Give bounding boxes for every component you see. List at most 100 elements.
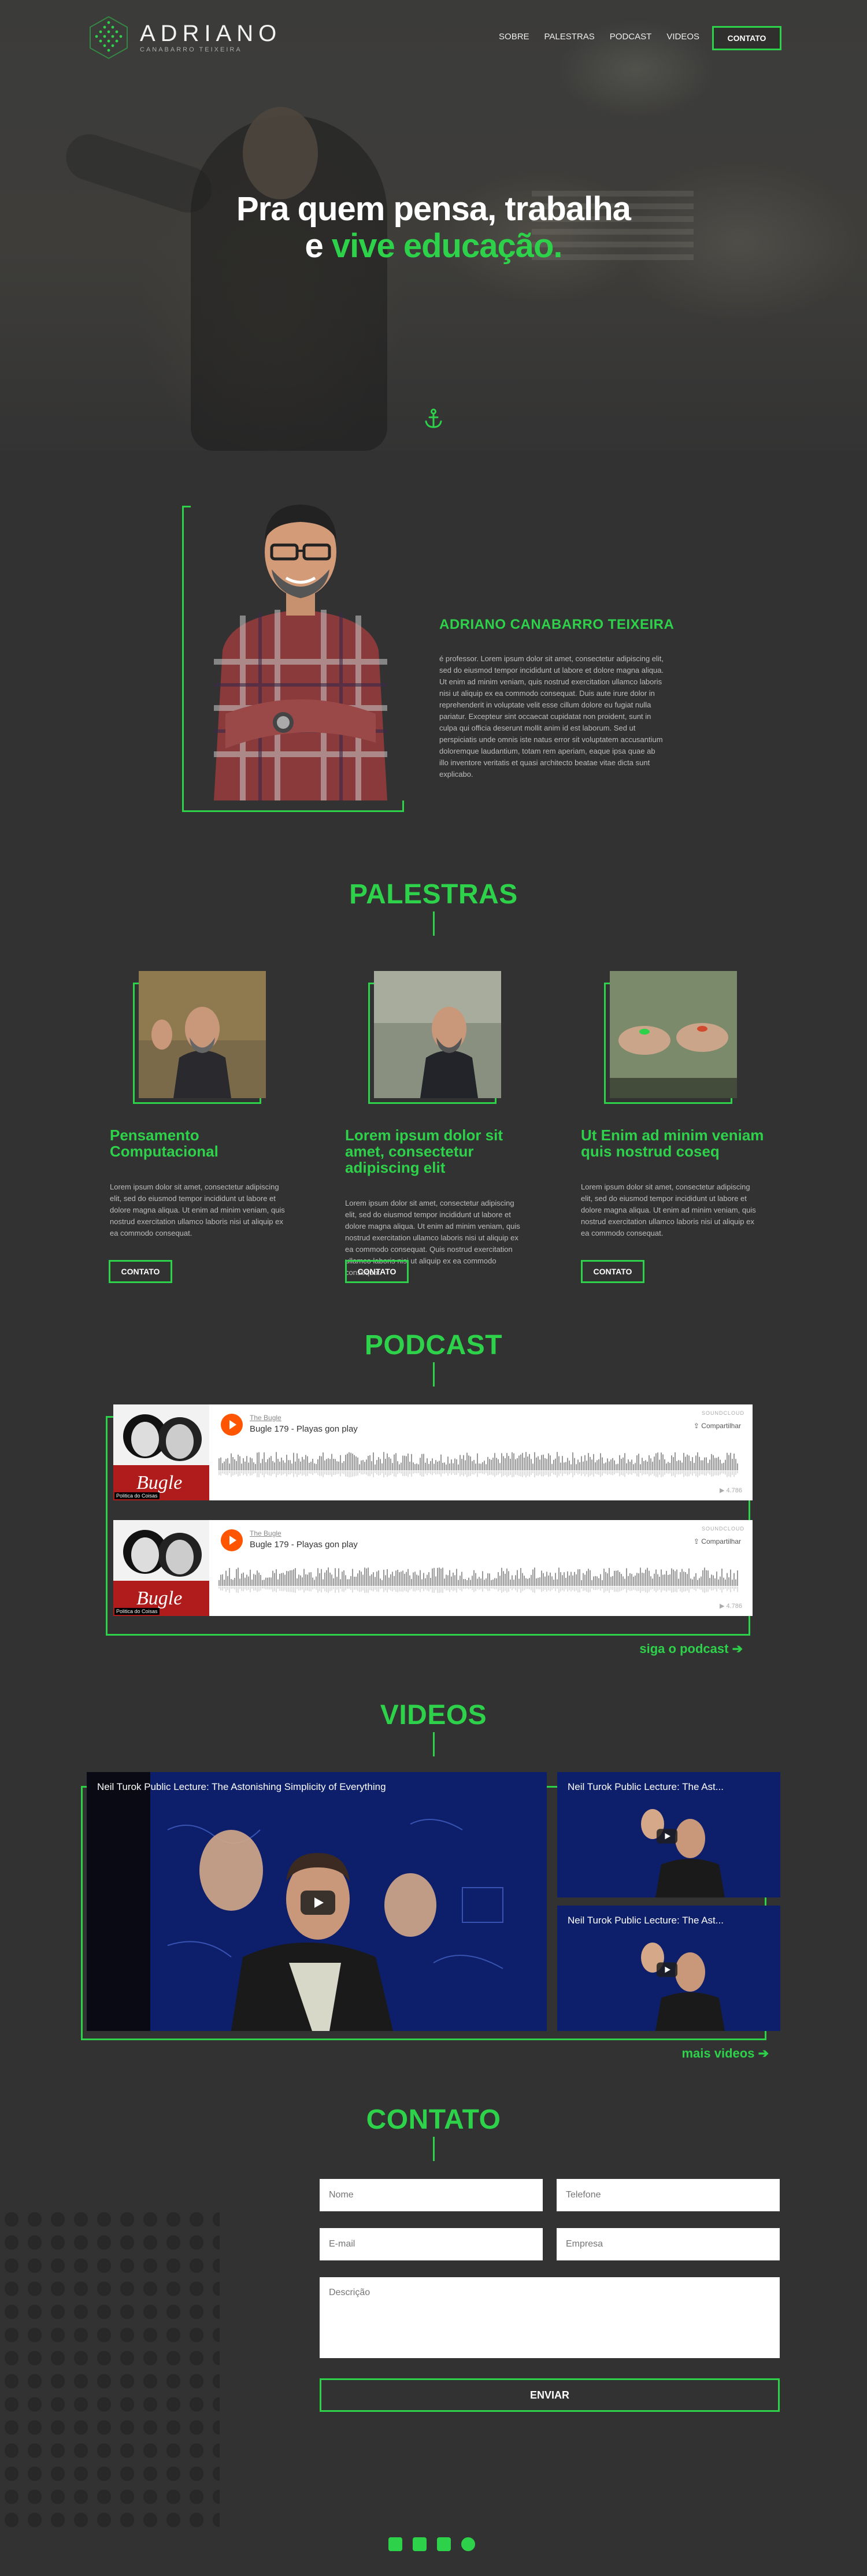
- card-contato-button[interactable]: CONTATO: [345, 1260, 409, 1283]
- hexagon-logo-icon: [90, 16, 128, 60]
- arrow-right-icon: ➔: [732, 1641, 743, 1656]
- artwork-caption: Politica do Coisas: [114, 1492, 160, 1499]
- main-nav: SOBRE PALESTRAS PODCAST VIDEOS: [484, 32, 699, 42]
- hero-line-2: e vive educação.: [0, 228, 867, 265]
- card-image: [139, 971, 266, 1098]
- logo-subtitle: CANABARRO TEIXEIRA: [140, 46, 242, 53]
- video-side[interactable]: Neil Turok Public Lecture: The Ast...: [557, 1772, 780, 1897]
- play-button[interactable]: [221, 1529, 243, 1551]
- card-title: Lorem ipsum dolor sit amet, consectetur …: [345, 1126, 503, 1176]
- email-field[interactable]: [320, 2228, 543, 2260]
- enviar-button[interactable]: ENVIAR: [320, 2378, 780, 2412]
- card-text: Lorem ipsum dolor sit amet, consectetur …: [110, 1183, 285, 1237]
- palestras-section: PALESTRAS Pensamento Computacional Lorem…: [0, 879, 867, 1329]
- podcast-artwork: Bugle Politica do Coisas: [113, 1520, 209, 1616]
- podcast-show-link[interactable]: The Bugle: [250, 1414, 281, 1422]
- video-play-button[interactable]: [301, 1891, 335, 1915]
- social-links: [388, 2537, 475, 2551]
- play-count-value: 4.786: [726, 1487, 742, 1494]
- video-side-title[interactable]: Neil Turok Public Lecture: The Ast...: [568, 1781, 724, 1793]
- nav-contato-button[interactable]: CONTATO: [712, 26, 781, 50]
- twitter-icon[interactable]: [388, 2537, 402, 2551]
- video-side[interactable]: Neil Turok Public Lecture: The Ast...: [557, 1906, 780, 2031]
- hero-line-1: Pra quem pensa, trabalha: [236, 190, 631, 228]
- videos-title: VIDEOS: [380, 1700, 487, 1730]
- nav-videos[interactable]: VIDEOS: [666, 32, 699, 42]
- nav-podcast[interactable]: PODCAST: [610, 32, 652, 42]
- logo-name: ADRIANO: [140, 21, 282, 46]
- hero-line-2-highlight: vive educação.: [331, 227, 563, 265]
- top-navigation: ADRIANO CANABARRO TEIXEIRA SOBRE PALESTR…: [0, 14, 867, 61]
- video-main-title[interactable]: Neil Turok Public Lecture: The Astonishi…: [97, 1781, 386, 1793]
- soundcloud-player: Bugle Politica do Coisas The Bugle Bugle…: [113, 1404, 753, 1500]
- hero-line-2-prefix: e: [305, 227, 332, 265]
- contato-section: CONTATO ENVIAR: [0, 2104, 867, 2531]
- podcast-show-link[interactable]: The Bugle: [250, 1529, 281, 1537]
- artwork-caption: Politica do Coisas: [114, 1608, 160, 1615]
- empresa-field[interactable]: [557, 2228, 780, 2260]
- share-label: Compartilhar: [701, 1422, 741, 1430]
- youtube-icon[interactable]: [437, 2537, 451, 2551]
- logo[interactable]: ADRIANO CANABARRO TEIXEIRA: [86, 14, 281, 61]
- play-count: ▶ 4.786: [719, 1603, 742, 1610]
- video-play-button[interactable]: [657, 1829, 677, 1844]
- share-icon: ⇪: [693, 1422, 702, 1430]
- waveform[interactable]: [218, 1566, 743, 1595]
- podcast-section: PODCAST Bugle Politica do Coisas The Bug…: [0, 1329, 867, 1699]
- waveform[interactable]: [218, 1451, 743, 1480]
- soundcloud-icon[interactable]: [461, 2537, 475, 2551]
- card-title: Ut Enim ad minim veniam quis nostrud cos…: [581, 1126, 764, 1160]
- podcast-artwork: Bugle Politica do Coisas: [113, 1404, 209, 1500]
- facebook-icon[interactable]: [413, 2537, 427, 2551]
- soundcloud-logo[interactable]: SOUNDCLOUD: [702, 1526, 744, 1532]
- play-count: ▶ 4.786: [719, 1487, 742, 1494]
- hero-background-head: [243, 107, 318, 199]
- videos-divider: [432, 1732, 435, 1756]
- telefone-field[interactable]: [557, 2179, 780, 2211]
- hero-headline: Pra quem pensa, trabalha e vive educação…: [0, 191, 867, 265]
- anchor-icon[interactable]: [422, 407, 445, 431]
- videos-section: VIDEOS Neil Turok Public Lecture: The As…: [0, 1699, 867, 2104]
- card-image: [610, 971, 737, 1098]
- svg-text:Bugle: Bugle: [136, 1588, 182, 1609]
- soundcloud-player: Bugle Politica do Coisas The Bugle Bugle…: [113, 1520, 753, 1616]
- share-icon: ⇪: [693, 1537, 702, 1545]
- podcast-track-title[interactable]: Bugle 179 - Playas gon play: [250, 1540, 358, 1550]
- video-side-title[interactable]: Neil Turok Public Lecture: The Ast...: [568, 1915, 724, 1926]
- card-contato-button[interactable]: CONTATO: [581, 1260, 644, 1283]
- siga-podcast-label: siga o podcast: [639, 1641, 729, 1656]
- arrow-right-icon: ➔: [758, 2046, 769, 2060]
- card-image: [374, 971, 501, 1098]
- nav-sobre[interactable]: SOBRE: [499, 32, 529, 42]
- podcast-title: PODCAST: [364, 1330, 503, 1361]
- podcast-divider: [432, 1362, 435, 1387]
- nome-field[interactable]: [320, 2179, 543, 2211]
- video-main[interactable]: Neil Turok Public Lecture: The Astonishi…: [87, 1772, 547, 2031]
- play-button[interactable]: [221, 1414, 243, 1436]
- contato-divider: [432, 2137, 435, 2161]
- mais-videos-label: mais videos: [681, 2046, 755, 2060]
- palestras-title: PALESTRAS: [349, 879, 518, 910]
- share-label: Compartilhar: [701, 1537, 741, 1545]
- hero-section: ADRIANO CANABARRO TEIXEIRA SOBRE PALESTR…: [0, 0, 867, 451]
- video-play-button[interactable]: [657, 1962, 677, 1977]
- mais-videos-link[interactable]: mais videos ➔: [681, 2046, 769, 2061]
- palestras-divider: [432, 911, 435, 936]
- share-button[interactable]: ⇪ Compartilhar: [694, 1537, 741, 1545]
- siga-podcast-link[interactable]: siga o podcast ➔: [639, 1641, 743, 1656]
- contato-title: CONTATO: [366, 2104, 501, 2135]
- descricao-field[interactable]: [320, 2277, 780, 2358]
- share-button[interactable]: ⇪ Compartilhar: [694, 1422, 741, 1430]
- card-contato-button[interactable]: CONTATO: [109, 1260, 172, 1283]
- svg-text:Bugle: Bugle: [136, 1472, 182, 1493]
- soundcloud-logo[interactable]: SOUNDCLOUD: [702, 1410, 744, 1416]
- card-title: Pensamento Computacional: [110, 1126, 218, 1160]
- about-section: ADRIANO CANABARRO TEIXEIRA é professor. …: [0, 451, 867, 879]
- palestra-card: Pensamento Computacional Lorem ipsum dol…: [110, 971, 306, 1239]
- about-name: ADRIANO CANABARRO TEIXEIRA: [439, 617, 675, 632]
- logo-text: ADRIANO CANABARRO TEIXEIRA: [140, 22, 281, 53]
- podcast-track-title[interactable]: Bugle 179 - Playas gon play: [250, 1424, 358, 1434]
- about-photo: [191, 477, 410, 800]
- nav-palestras[interactable]: PALESTRAS: [544, 32, 595, 42]
- palestra-card: Ut Enim ad minim veniam quis nostrud cos…: [581, 971, 777, 1239]
